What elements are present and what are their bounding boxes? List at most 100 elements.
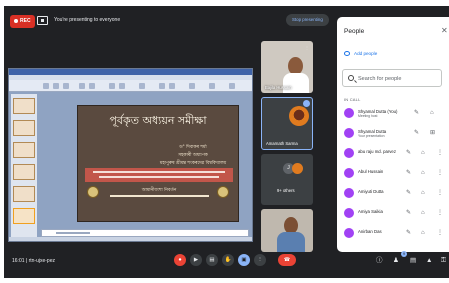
slide-red-banner <box>85 168 233 182</box>
mic-muted-icon[interactable]: ✎ <box>406 210 411 217</box>
slide-author-line: মহাপুৰুষ শ্ৰীমন্ত শংকৰদেৱ বিশ্ববিদ্যালয় <box>159 161 227 166</box>
slide-author-block: ড° দিবাকৰ শৰ্মা সহকাৰী অধ্যাপক মহাপুৰুষ … <box>150 144 236 168</box>
slide-canvas: পূর্বকৃত অধ্যয়ন সমীক্ষা ড° দিবাকৰ শৰ্মা… <box>77 105 239 222</box>
participant-row[interactable]: Amiyuti Dutta ✎ ⌂ ⋮ <box>342 185 446 202</box>
people-icon[interactable]: ♟ <box>393 256 399 265</box>
shared-screen: পূর্বকৃত অধ্যয়ন সমীক্ষা ড° দিবাকৰ শৰ্মা… <box>8 68 253 242</box>
people-count-badge: 9 <box>401 251 407 257</box>
slide-thumbnail-selected <box>13 208 35 224</box>
participant-avatar <box>344 228 354 238</box>
slide-footer: আমানীবংশা নিবৰ্তন <box>104 188 214 200</box>
mic-off-icon[interactable]: ● <box>174 254 186 266</box>
pin-icon[interactable]: ⌂ <box>430 110 434 117</box>
slide-author-line: ড° দিবাকৰ শৰ্মা <box>179 145 207 150</box>
powerpoint-ribbon <box>9 80 252 92</box>
slide-thumbnail-pane <box>11 94 37 237</box>
recording-label: REC <box>20 18 31 24</box>
more-options-icon[interactable]: ⋮ <box>437 210 443 217</box>
slide-thumbnail <box>13 120 35 136</box>
present-screen-icon <box>37 16 48 25</box>
participant-row[interactable]: Shyamal Dutta Your presentation ✎ ⊞ <box>342 125 446 142</box>
close-icon[interactable]: ✕ <box>441 26 448 36</box>
add-people-button[interactable]: Add people <box>344 51 378 57</box>
slide-thumbnail <box>13 98 35 114</box>
panel-title: People <box>344 28 365 35</box>
powerpoint-status-bar <box>9 237 252 241</box>
presenting-status: You're presenting to everyone <box>54 17 121 23</box>
slide-thumbnail <box>13 164 35 180</box>
participant-name: Amiya Saikia <box>358 209 383 214</box>
recording-badge: REC <box>10 15 35 28</box>
participant-avatar <box>289 106 309 126</box>
mic-muted-icon[interactable]: ✎ <box>406 190 411 197</box>
search-icon <box>348 75 354 81</box>
more-options-icon[interactable]: ⋮ <box>254 254 266 266</box>
more-options-icon[interactable]: ⋮ <box>437 230 443 237</box>
participant-tile[interactable]: ⋮ Bajila Hussain <box>261 41 313 93</box>
pin-icon[interactable]: ⌂ <box>421 170 425 177</box>
participant-tile[interactable]: Amarnath Sarma <box>261 97 313 150</box>
in-call-label: IN CALL <box>344 97 361 102</box>
slide-thumbnail <box>13 186 35 202</box>
mic-muted-icon[interactable]: ✎ <box>406 170 411 177</box>
slide-author-line: সহকাৰী অধ্যাপক <box>178 153 208 158</box>
end-call-button[interactable]: ☎ <box>278 254 296 266</box>
participant-name: Bajila Hussain <box>265 85 292 90</box>
participant-row[interactable]: abu raju md. parvez ✎ ⌂ ⋮ <box>342 145 446 162</box>
search-input[interactable] <box>358 73 438 84</box>
others-avatar <box>292 163 303 174</box>
present-now-icon[interactable]: ▣ <box>238 254 250 266</box>
more-options-icon[interactable]: ⋮ <box>437 170 443 177</box>
participant-avatar <box>344 148 354 158</box>
captions-icon[interactable]: ▤ <box>206 254 218 266</box>
participant-name: abu raju md. parvez <box>358 149 396 154</box>
info-icon[interactable]: ⓘ <box>376 256 383 265</box>
mic-muted-icon[interactable]: ✎ <box>414 110 419 117</box>
host-controls-icon[interactable]: ⚿ <box>441 256 446 265</box>
participant-tile[interactable]: J 9+ others <box>261 154 313 205</box>
participant-avatar <box>344 188 354 198</box>
meet-window: REC You're presenting to everyone Stop p… <box>4 6 449 278</box>
audio-indicator-icon: ⋮ <box>305 45 309 50</box>
participant-avatar <box>344 208 354 218</box>
participant-video-body <box>283 73 309 93</box>
pin-icon[interactable]: ⌂ <box>421 190 425 197</box>
meeting-time-code: 16:01 | rtn-ujxe-pez <box>12 258 55 264</box>
pin-icon[interactable]: ⌂ <box>421 230 425 237</box>
participant-row[interactable]: Abul Hussain ✎ ⌂ ⋮ <box>342 165 446 182</box>
mic-muted-icon[interactable]: ✎ <box>414 130 419 137</box>
activities-icon[interactable]: ▲ <box>426 256 432 265</box>
raise-hand-icon[interactable]: ✋ <box>222 254 234 266</box>
participant-row[interactable]: Anirban Das ✎ ⌂ ⋮ <box>342 225 446 242</box>
people-panel: People ✕ Add people IN CALL Shyamal Dutt… <box>337 17 449 252</box>
stop-presenting-button[interactable]: Stop presenting <box>286 14 329 26</box>
participant-row[interactable]: Amiya Saikia ✎ ⌂ ⋮ <box>342 205 446 222</box>
add-people-label: Add people <box>354 51 378 56</box>
participant-row[interactable]: Shyamal Dutta (You) Meeting host ✎ ⌂ <box>342 105 446 122</box>
participant-name: Anirban Das <box>358 229 382 234</box>
pin-icon[interactable]: ⌂ <box>421 210 425 217</box>
more-options-icon[interactable]: ⋮ <box>437 150 443 157</box>
participant-tile[interactable] <box>261 209 313 252</box>
participant-name: Amiyuti Dutta <box>358 189 384 194</box>
more-options-icon[interactable]: ⋮ <box>437 190 443 197</box>
mic-muted-icon[interactable]: ✎ <box>406 150 411 157</box>
participant-avatar <box>344 108 354 118</box>
participant-role: Meeting host <box>358 114 378 118</box>
university-logo-icon <box>217 186 229 198</box>
camera-icon[interactable]: ▶ <box>190 254 202 266</box>
university-logo-icon <box>87 186 99 198</box>
more-options-icon[interactable] <box>303 100 310 107</box>
chat-icon[interactable]: ▤ <box>410 256 416 265</box>
participant-name: 9+ others <box>277 188 295 193</box>
participant-role: Your presentation <box>358 134 385 138</box>
present-icon[interactable]: ⊞ <box>430 130 435 137</box>
slide-title: পূর্বকৃত অধ্যয়ন সমীক্ষা <box>109 114 207 127</box>
participant-video-body <box>277 232 305 252</box>
record-dot-icon <box>14 18 18 23</box>
participant-name: Abul Hussain <box>358 169 384 174</box>
mic-muted-icon[interactable]: ✎ <box>406 230 411 237</box>
pin-icon[interactable]: ⌂ <box>421 150 425 157</box>
speaker-notes-pane <box>41 229 249 237</box>
search-people-box <box>342 69 442 87</box>
